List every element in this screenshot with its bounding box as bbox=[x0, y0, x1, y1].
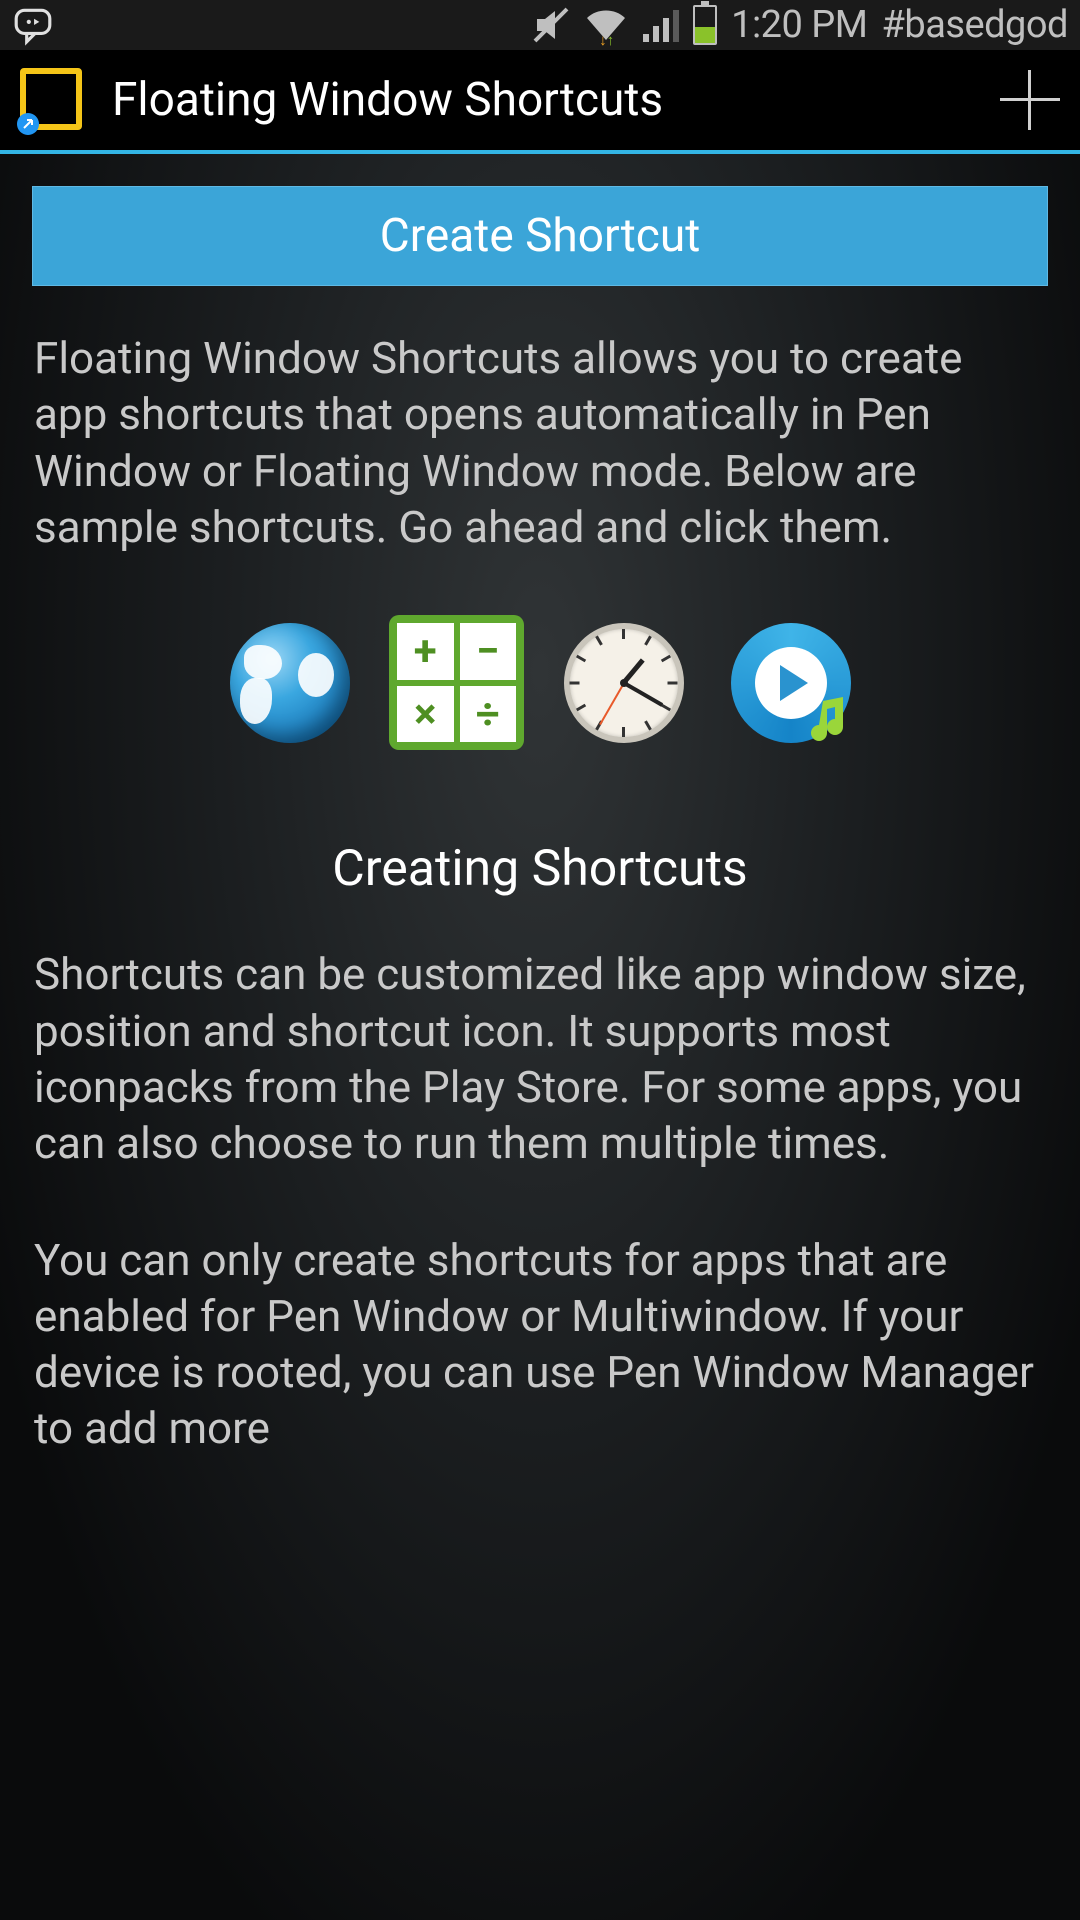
content: Create Shortcut Floating Window Shortcut… bbox=[0, 154, 1080, 1920]
notification-icon bbox=[12, 4, 54, 46]
create-shortcut-button[interactable]: Create Shortcut bbox=[32, 186, 1048, 286]
paragraph-2: You can only create shortcuts for apps t… bbox=[32, 1232, 1048, 1457]
wifi-icon: ↓↑ bbox=[585, 4, 627, 46]
action-bar: Floating Window Shortcuts bbox=[0, 50, 1080, 154]
sample-music-icon[interactable] bbox=[723, 615, 858, 750]
sample-shortcuts-row: + − × ÷ bbox=[32, 615, 1048, 750]
battery-icon bbox=[693, 5, 717, 45]
sample-calculator-icon[interactable]: + − × ÷ bbox=[389, 615, 524, 750]
sample-clock-icon[interactable] bbox=[556, 615, 691, 750]
section-title: Creating Shortcuts bbox=[32, 840, 1048, 898]
status-extra-text: #basedgod bbox=[881, 3, 1068, 47]
add-button[interactable] bbox=[1000, 70, 1060, 130]
status-time: 1:20 PM bbox=[731, 3, 867, 47]
mute-icon bbox=[531, 5, 571, 45]
paragraph-1: Shortcuts can be customized like app win… bbox=[32, 946, 1048, 1171]
sample-browser-icon[interactable] bbox=[222, 615, 357, 750]
app-icon bbox=[20, 68, 84, 132]
intro-text: Floating Window Shortcuts allows you to … bbox=[32, 330, 1048, 555]
status-bar: ↓↑ 1:20 PM #basedgod bbox=[0, 0, 1080, 50]
app-title: Floating Window Shortcuts bbox=[112, 73, 663, 127]
cell-signal-icon bbox=[641, 6, 679, 44]
